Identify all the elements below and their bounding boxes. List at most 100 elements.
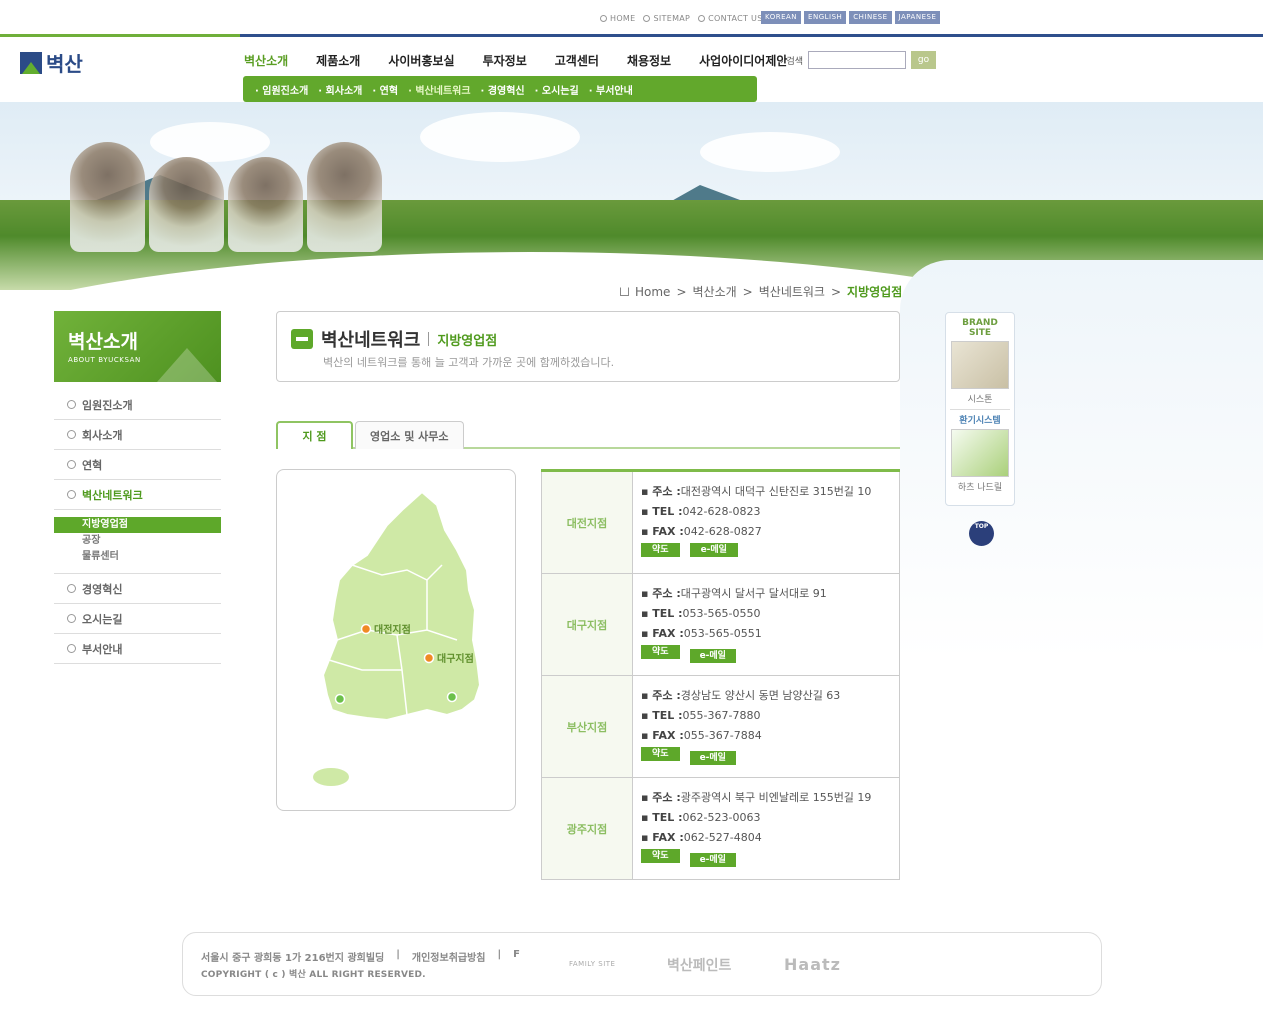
map-label-daegu: 대구지점 — [437, 652, 474, 665]
gnb-ir[interactable]: 투자정보 — [483, 52, 527, 69]
tab-bar: 지 점 영업소 및 사무소 — [276, 421, 900, 449]
brand-site-image[interactable] — [951, 341, 1009, 389]
map-button[interactable]: 약도 — [641, 849, 680, 863]
lnav-label: 회사소개 — [82, 428, 123, 442]
lnav-company[interactable]: 회사소개 — [54, 420, 221, 450]
map-button[interactable]: 약도 — [641, 747, 680, 761]
mountain-logo-icon — [20, 51, 42, 74]
title-divider — [428, 332, 430, 346]
lnav-sub-logistics[interactable]: 물류센터 — [54, 549, 221, 565]
crumb-current: 지방영업점 — [847, 285, 903, 299]
ventilation-caption[interactable]: 하츠 나드릴 — [950, 480, 1010, 493]
lnav-departments[interactable]: 부서안내 — [54, 634, 221, 664]
branch-name: 대구지점 — [542, 574, 633, 675]
search-input[interactable] — [808, 51, 907, 69]
gnb-idea[interactable]: 사업아이디어제안 — [699, 52, 787, 69]
gnb-products[interactable]: 제품소개 — [316, 52, 360, 69]
email-button[interactable]: e-메일 — [689, 543, 738, 557]
address-value: 대구광역시 달서구 달서대로 91 — [680, 587, 827, 600]
lnav-sub-branches[interactable]: 지방영업점 — [54, 517, 221, 533]
brand-caption[interactable]: 시스톤 — [950, 392, 1010, 405]
jeju-shape — [313, 768, 349, 786]
gnb-about[interactable]: 벽산소개 — [244, 52, 288, 69]
byucksan-paint-logo[interactable]: 벽산페인트 — [667, 955, 731, 975]
circle-arrow-icon — [67, 614, 76, 623]
lang-japanese[interactable]: JAPANESE — [894, 11, 941, 24]
crumb-about[interactable]: 벽산소개 — [693, 283, 737, 300]
map-svg: 대전지점 대구지점 — [313, 490, 482, 786]
lang-chinese[interactable]: CHINESE — [849, 11, 892, 24]
fax-value: 042-628-0827 — [683, 525, 762, 538]
fax-line: ▪ FAX :055-367-7884 — [641, 726, 899, 746]
sub-nav: · 임원진소개 · 회사소개 · 연혁 · 벽산네트워크 · 경영혁신 · 오시… — [243, 76, 757, 102]
branch-table: 대전지점 ▪ 주소 :대전광역시 대덕구 신탄진로 315번길 10 ▪ TEL… — [541, 469, 900, 880]
gwangju-marker[interactable] — [334, 693, 346, 705]
map-button[interactable]: 약도 — [641, 645, 680, 659]
footer-sep: | — [396, 949, 400, 960]
gnb-pr[interactable]: 사이버홍보실 — [388, 52, 454, 69]
lnav-network[interactable]: 벽산네트워크 — [54, 480, 221, 510]
top-button[interactable]: TOP — [969, 521, 994, 546]
subnav-executives[interactable]: · 임원진소개 — [255, 82, 308, 97]
busan-marker[interactable] — [446, 691, 458, 703]
ventilation-image[interactable] — [951, 429, 1009, 477]
fax-label: ▪ FAX : — [641, 831, 684, 844]
search-go-button[interactable]: go — [911, 51, 937, 69]
mountain-deco-icon — [157, 348, 217, 382]
lnav-innovation[interactable]: 경영혁신 — [54, 574, 221, 604]
home-link[interactable]: HOME — [600, 14, 635, 23]
email-button[interactable]: e-메일 — [689, 853, 736, 867]
crumb-home[interactable]: Home — [635, 285, 670, 299]
subnav-location[interactable]: · 오시는길 — [535, 82, 579, 97]
family-site-select[interactable]: FAMILY SITE — [569, 960, 615, 968]
gnb-customer[interactable]: 고객센터 — [555, 52, 599, 69]
lnav-history[interactable]: 연혁 — [54, 450, 221, 480]
lang-korean[interactable]: KOREAN — [761, 11, 802, 24]
address-line: ▪ 주소 :경상남도 양산시 동면 남양산길 63 — [641, 686, 899, 706]
lnav-executives[interactable]: 임원진소개 — [54, 390, 221, 420]
privacy-link[interactable]: 개인정보취급방침 — [412, 949, 486, 964]
subnav-history[interactable]: · 연혁 — [372, 82, 398, 97]
haatz-logo[interactable]: Haatz — [784, 955, 841, 974]
daegu-marker[interactable] — [423, 652, 435, 664]
site-logo[interactable]: 벽산 — [20, 48, 83, 77]
fax-value: 055-367-7884 — [683, 729, 762, 742]
subnav-network[interactable]: · 벽산네트워크 — [408, 82, 470, 97]
crumb-network[interactable]: 벽산네트워크 — [759, 283, 825, 300]
fax-label: ▪ FAX : — [641, 627, 684, 640]
lang-english[interactable]: ENGLISH — [804, 11, 847, 24]
fax-label: ▪ FAX : — [641, 525, 684, 538]
breadcrumb: Home > 벽산소개 > 벽산네트워크 > 지방영업점 — [620, 283, 902, 300]
address-label: ▪ 주소 : — [641, 791, 681, 804]
subnav-innovation[interactable]: · 경영혁신 — [481, 82, 525, 97]
contact-link[interactable]: CONTACT US — [698, 14, 762, 23]
language-switcher: KOREAN ENGLISH CHINESE JAPANESE — [761, 11, 941, 24]
korea-map: 대전지점 대구지점 — [276, 469, 516, 811]
lnav-sub-factory[interactable]: 공장 — [54, 533, 221, 549]
circle-arrow-icon — [67, 400, 76, 409]
fax-line: ▪ FAX :053-565-0551 — [641, 624, 899, 644]
fax-value: 062-527-4804 — [683, 831, 762, 844]
email-button[interactable]: e-메일 — [689, 751, 736, 765]
map-button[interactable]: 약도 — [641, 543, 680, 557]
daejeon-marker[interactable] — [360, 623, 372, 635]
main-nav: 벽산소개 제품소개 사이버홍보실 투자정보 고객센터 채용정보 사업아이디어제안 — [244, 52, 815, 69]
address-line: ▪ 주소 :대전광역시 대덕구 신탄진로 315번길 10 — [641, 482, 899, 502]
table-row: 부산지점 ▪ 주소 :경상남도 양산시 동면 남양산길 63 ▪ TEL :05… — [541, 676, 900, 778]
circle-arrow-icon — [67, 490, 76, 499]
branch-info: ▪ 주소 :대전광역시 대덕구 신탄진로 315번길 10 ▪ TEL :042… — [633, 472, 899, 573]
branch-info: ▪ 주소 :대구광역시 달서구 달서대로 91 ▪ TEL :053-565-0… — [633, 574, 899, 675]
sitemap-link[interactable]: SITEMAP — [643, 14, 690, 23]
lnav-location[interactable]: 오시는길 — [54, 604, 221, 634]
tab-offices[interactable]: 영업소 및 사무소 — [355, 421, 464, 449]
crumb-sep: > — [742, 284, 753, 299]
top-label: TOP — [974, 523, 989, 530]
tab-branches[interactable]: 지 점 — [276, 421, 353, 449]
email-button[interactable]: e-메일 — [689, 649, 736, 663]
search-label: › 검색 — [780, 56, 804, 67]
gnb-recruit[interactable]: 채용정보 — [627, 52, 671, 69]
button-row: 약도 e-메일 — [641, 645, 899, 665]
subnav-departments[interactable]: · 부서안내 — [589, 82, 633, 97]
subnav-company[interactable]: · 회사소개 — [318, 82, 362, 97]
branch-name: 부산지점 — [542, 676, 633, 777]
